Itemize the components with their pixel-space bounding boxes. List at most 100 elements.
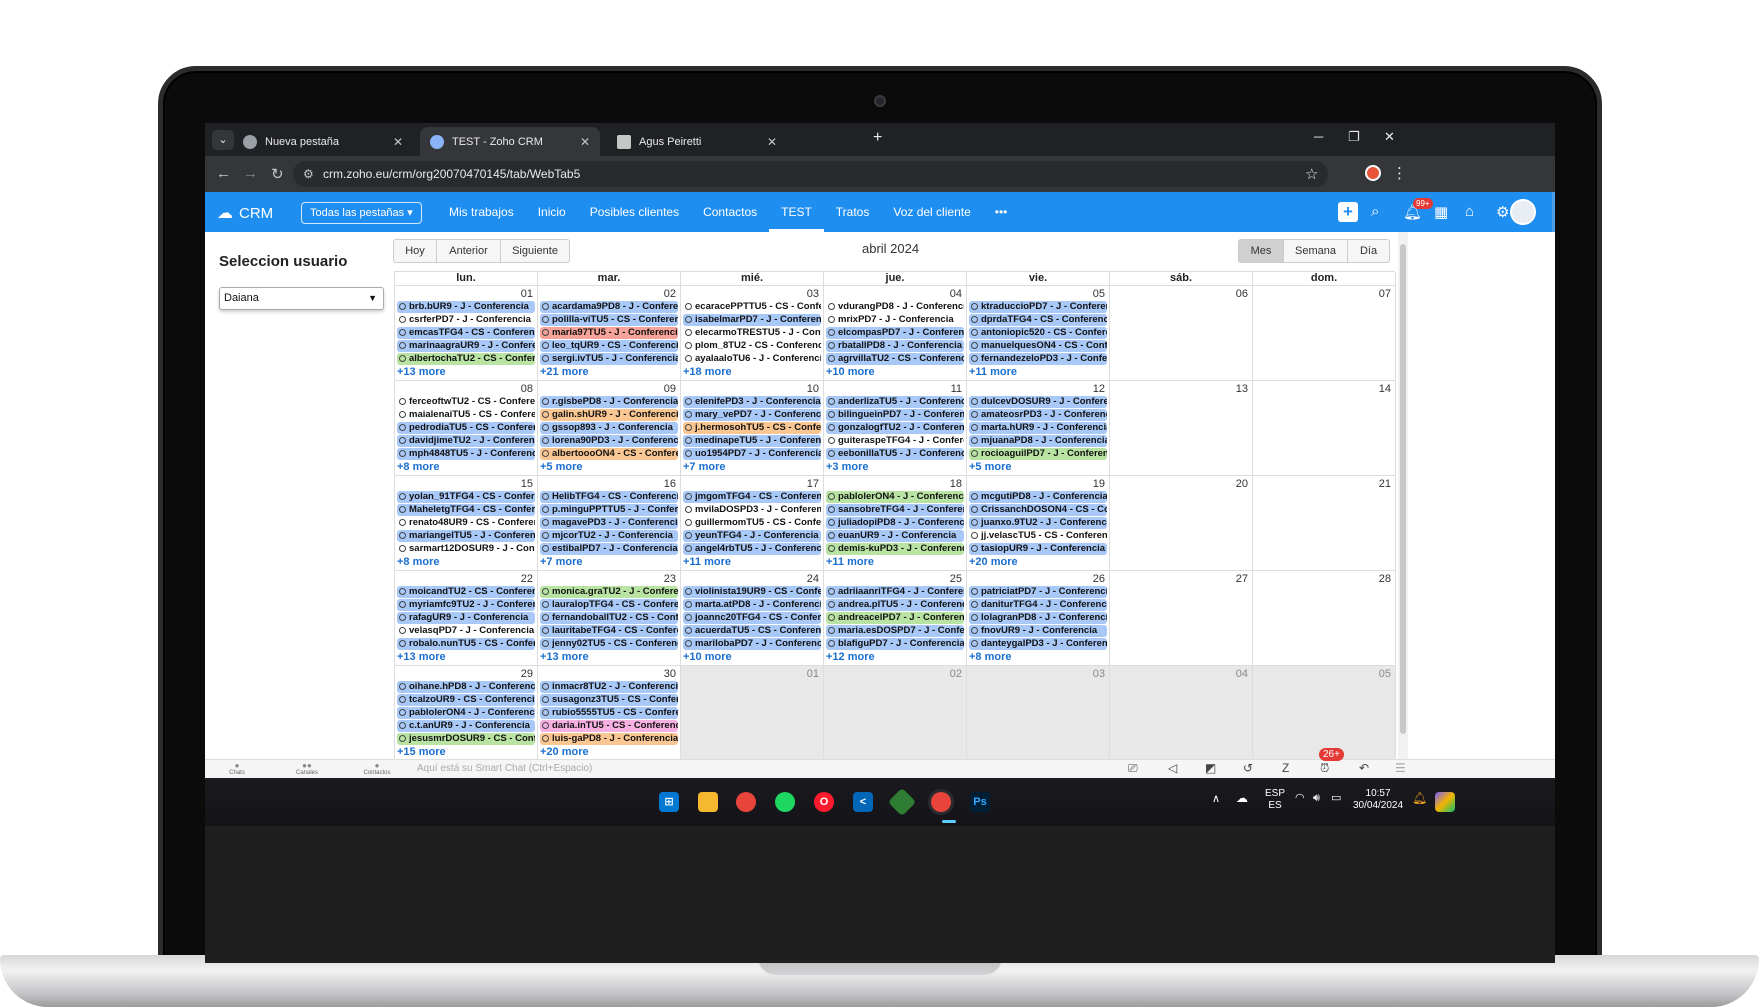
calendar-event[interactable]: rbatallPD8 - J - Conferencia: [826, 340, 964, 352]
more-events-link[interactable]: +11 more: [969, 366, 1017, 378]
more-events-link[interactable]: +18 more: [683, 366, 732, 378]
windows-start-icon[interactable]: ⊞: [659, 792, 679, 812]
history-icon[interactable]: ↶: [1359, 761, 1369, 775]
day-cell[interactable]: 17jmgomTFG4 - CS - ConferenciamvilaDOSPD…: [681, 476, 824, 571]
calendar-event[interactable]: danteygalPD3 - J - Conferencia: [969, 638, 1107, 650]
calendar-event[interactable]: moicandTU2 - CS - Conferencia: [397, 586, 535, 598]
more-events-link[interactable]: +13 more: [540, 651, 589, 663]
day-cell[interactable]: 13: [1110, 381, 1253, 476]
more-events-link[interactable]: +7 more: [540, 556, 583, 568]
calendar-event[interactable]: violinista19UR9 - CS - Conferencia: [683, 586, 821, 598]
calendar-event[interactable]: ferceoftwTU2 - CS - Conferencia: [397, 396, 535, 408]
day-cell[interactable]: 18 pablolerON4 - J - Conferencia sansobreT…: [824, 476, 967, 571]
calendar-event[interactable]: maialenaiTU5 - CS - Conferencia: [397, 409, 535, 421]
calendar-event[interactable]: patriciatPD7 - J - Conferencia: [969, 586, 1107, 598]
day-cell[interactable]: 20: [1110, 476, 1253, 571]
day-cell[interactable]: 21: [1253, 476, 1396, 571]
calendar-event[interactable]: susagonz3TU5 - CS - Conferencia: [540, 694, 678, 706]
spotify-icon[interactable]: [775, 792, 795, 812]
calendar-event[interactable]: mariangelTU5 - J - Conferencia: [397, 530, 535, 542]
calendar-event[interactable]: albertoooON4 - CS - Conferencia: [540, 448, 678, 460]
calendar-event[interactable]: amateosrPD3 - J - Conferencia: [969, 409, 1107, 421]
translate-icon[interactable]: Z: [1282, 761, 1289, 775]
calendar-event[interactable]: dulcevDOSUR9 - J - Conferencia: [969, 396, 1107, 408]
vscode-icon[interactable]: <: [853, 792, 873, 812]
more-events-link[interactable]: +8 more: [397, 556, 440, 568]
more-events-link[interactable]: +5 more: [969, 461, 1012, 473]
calendar-event[interactable]: HelibTFG4 - CS - Conferencia: [540, 491, 678, 503]
day-cell[interactable]: 04: [1110, 666, 1253, 760]
day-cell[interactable]: 05ktraduccioPD7 - J - ConferenciadprdaTF…: [967, 286, 1110, 381]
calendar-event[interactable]: leo_tqUR9 - CS - Conferencia: [540, 340, 678, 352]
calendar-event[interactable]: rafagUR9 - J - Conferencia: [397, 612, 535, 624]
all-tabs-dropdown[interactable]: Todas las pestañas ▾: [301, 202, 422, 224]
calendar-event[interactable]: CrissanchDOSON4 - CS - Conferencia: [969, 504, 1107, 516]
calendar-event[interactable]: ktraduccioPD7 - J - Conferencia: [969, 301, 1107, 313]
calendar-event[interactable]: isabelmarPD7 - J - Conferencia: [683, 314, 821, 326]
calendar-event[interactable]: pedrodiaTU5 - CS - Conferencia: [397, 422, 535, 434]
calendar-event[interactable]: daniturTFG4 - J - Conferencia: [969, 599, 1107, 611]
calendar-event[interactable]: tasiopUR9 - J - Conferencia: [969, 543, 1107, 555]
chart-icon[interactable]: ◩: [1205, 761, 1216, 775]
calendar-event[interactable]: robalo.nunTU5 - CS - Conferencia: [397, 638, 535, 650]
crm-logo[interactable]: ☁ CRM: [217, 203, 273, 223]
day-cell[interactable]: 03ecaracePPTTU5 - CS - Conferenciaisabel…: [681, 286, 824, 381]
forward-icon[interactable]: →: [243, 165, 258, 182]
calendar-event[interactable]: elecarmoTRESTU5 - J - Conferencia: [683, 327, 821, 339]
calendar-event[interactable]: guiteraspeTFG4 - J - Conferencia: [826, 435, 964, 447]
calendar-event[interactable]: uo1954PD7 - J - Conferencia: [683, 448, 821, 460]
calendar-event[interactable]: juliadopiPD8 - J - Conferencia: [826, 517, 964, 529]
contacts-button[interactable]: ● Contactos: [357, 761, 397, 776]
calendar-event[interactable]: mjuanaPD8 - J - Conferencia: [969, 435, 1107, 447]
calendar-event[interactable]: jmgomTFG4 - CS - Conferencia: [683, 491, 821, 503]
day-cell[interactable]: 01 brb.bUR9 - J - Conferencia csrferPD7 - …: [395, 286, 538, 381]
git-client-icon[interactable]: [887, 787, 917, 817]
calendar-event[interactable]: fernandoballTU2 - CS - Conferencia: [540, 612, 678, 624]
copilot-icon[interactable]: [1435, 792, 1455, 812]
calendar-event[interactable]: jj.velascTU5 - CS - Conferencia: [969, 530, 1107, 542]
calendar-event[interactable]: lolagranPD8 - J - Conferencia: [969, 612, 1107, 624]
close-icon[interactable]: ✕: [393, 135, 403, 149]
calendar-event[interactable]: maria.esDOSPD7 - J - Conferencia: [826, 625, 964, 637]
calendar-event[interactable]: brb.bUR9 - J - Conferencia: [397, 301, 535, 313]
view-month-button[interactable]: Mes: [1238, 239, 1284, 263]
view-week-button[interactable]: Semana: [1284, 239, 1348, 263]
calendar-event[interactable]: antoniopic520 - CS - Conferencia: [969, 327, 1107, 339]
more-events-link[interactable]: +10 more: [826, 366, 875, 378]
wifi-icon[interactable]: ◠: [1295, 792, 1305, 804]
calendar-event[interactable]: csrferPD7 - J - Conferencia: [397, 314, 535, 326]
chats-button[interactable]: ● Chats: [217, 761, 257, 776]
nav-contactos[interactable]: Contactos: [691, 192, 769, 232]
calendar-event[interactable]: p.minguPPTTU5 - J - Conferencia: [540, 504, 678, 516]
calendar-event[interactable]: mcgutiPD8 - J - Conferencia: [969, 491, 1107, 503]
calendar-icon[interactable]: ▦: [1434, 203, 1448, 221]
nav-test[interactable]: TEST: [769, 192, 824, 232]
calendar-event[interactable]: daria.inTU5 - CS - Conferencia: [540, 720, 678, 732]
day-cell[interactable]: 05: [1253, 666, 1396, 760]
calendar-event[interactable]: MaheletgTFG4 - CS - Conferencia: [397, 504, 535, 516]
more-events-link[interactable]: +20 more: [540, 746, 589, 758]
calendar-event[interactable]: adriiaanriTFG4 - J - Conferencia: [826, 586, 964, 598]
onedrive-cloud-icon[interactable]: ☁: [1236, 792, 1248, 804]
calendar-event[interactable]: albertochaTU2 - CS - Conferencia: [397, 353, 535, 365]
calendar-event[interactable]: renato48UR9 - CS - Conferencia: [397, 517, 535, 529]
announce-icon[interactable]: ◁: [1168, 761, 1177, 775]
calendar-event[interactable]: yolan_91TFG4 - CS - Conferencia: [397, 491, 535, 503]
calendar-event[interactable]: magavePD3 - J - Conferencia: [540, 517, 678, 529]
calendar-event[interactable]: gonzalogfTU2 - J - Conferencia: [826, 422, 964, 434]
more-events-link[interactable]: +8 more: [397, 461, 440, 473]
screen-share-icon[interactable]: ⎚: [1128, 761, 1138, 776]
calendar-event[interactable]: davidjimeTU2 - J - Conferencia: [397, 435, 535, 447]
calendar-event[interactable]: eebonillaTU5 - J - Conferencia: [826, 448, 964, 460]
day-cell[interactable]: 23monica.graTU2 - J - Conferencialauralo…: [538, 571, 681, 666]
create-plus-button[interactable]: +: [1338, 202, 1358, 222]
calendar-event[interactable]: ecaracePPTTU5 - CS - Conferencia: [683, 301, 821, 313]
calendar-event[interactable]: bilingueinPD7 - J - Conferencia: [826, 409, 964, 421]
calendar-event[interactable]: galin.shUR9 - J - Conferencia: [540, 409, 678, 421]
more-events-link[interactable]: +5 more: [540, 461, 583, 473]
new-tab-button[interactable]: +: [873, 129, 882, 147]
calendar-event[interactable]: marta.hUR9 - J - Conferencia: [969, 422, 1107, 434]
calendar-event[interactable]: mvilaDOSPD3 - J - Conferencia: [683, 504, 821, 516]
address-bar[interactable]: ⚙ crm.zoho.eu/crm/org20070470145/tab/Web…: [293, 161, 1328, 187]
calendar-event[interactable]: vdurangPD8 - J - Conferencia: [826, 301, 964, 313]
